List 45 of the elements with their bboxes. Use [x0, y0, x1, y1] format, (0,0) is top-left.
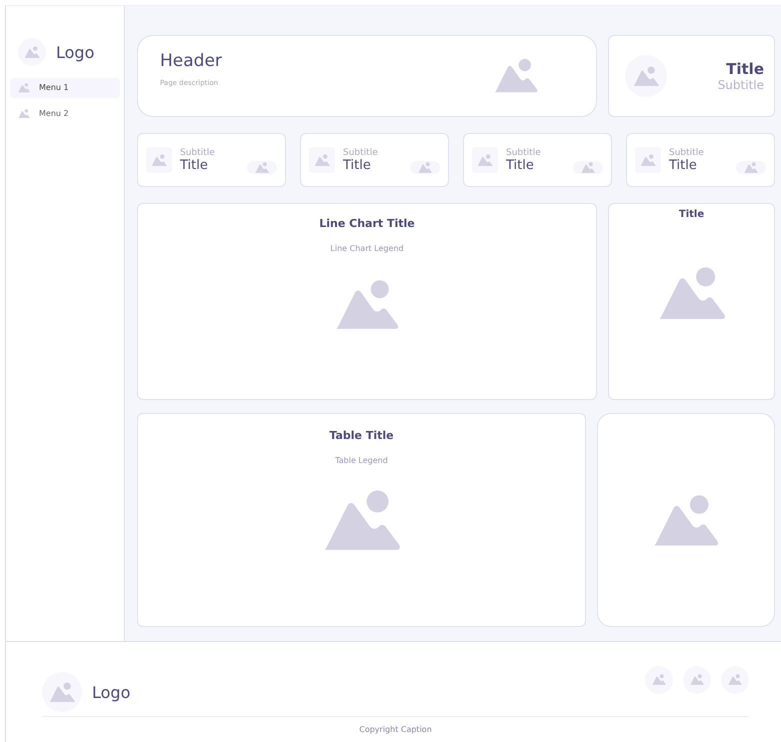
logo-text: Logo — [92, 682, 130, 702]
header-title: Header — [160, 51, 222, 71]
image-icon — [418, 162, 432, 174]
table-legend: Table Legend — [138, 456, 585, 465]
image-icon — [633, 66, 659, 86]
image-icon — [18, 83, 30, 93]
social-button[interactable] — [645, 666, 673, 694]
stat-subtitle: Subtitle — [506, 148, 542, 158]
image-icon — [640, 154, 656, 166]
table-title: Table Title — [328, 429, 395, 442]
social-button[interactable] — [683, 666, 711, 694]
stat-subtitle: Subtitle — [180, 148, 216, 158]
stat-title: Title — [506, 158, 535, 172]
image-icon — [314, 154, 330, 166]
chart-title: Line Chart Title — [318, 217, 416, 230]
image-icon — [690, 674, 704, 686]
image-icon — [255, 162, 269, 174]
image-icon — [744, 162, 758, 174]
card-subtitle: Subtitle — [718, 78, 764, 92]
image-icon — [494, 58, 538, 94]
menu-item[interactable]: Menu 1 — [10, 78, 120, 98]
image-icon — [652, 674, 666, 686]
stat-title: Title — [180, 158, 209, 172]
card-title: Title — [725, 60, 764, 78]
stat-title: Title — [669, 158, 698, 172]
image-icon — [24, 46, 40, 58]
image-icon — [18, 108, 30, 118]
logo-text: Logo — [56, 42, 94, 62]
image-icon — [335, 279, 399, 330]
image-icon — [322, 489, 400, 552]
image-icon — [581, 162, 595, 174]
stat-subtitle: Subtitle — [669, 148, 705, 158]
chart-legend: Line Chart Legend — [138, 244, 596, 253]
image-icon — [151, 154, 167, 166]
image-icon — [658, 266, 726, 320]
social-button[interactable] — [721, 666, 749, 694]
card-title: Title — [678, 209, 706, 220]
copyright-caption: Copyright Caption — [358, 725, 433, 734]
image-icon — [728, 674, 742, 686]
menu-item[interactable]: Menu 2 — [10, 104, 120, 124]
image-icon — [653, 494, 719, 546]
stat-title: Title — [343, 158, 372, 172]
image-icon — [49, 682, 75, 702]
stat-subtitle: Subtitle — [343, 148, 379, 158]
image-icon — [477, 154, 493, 166]
